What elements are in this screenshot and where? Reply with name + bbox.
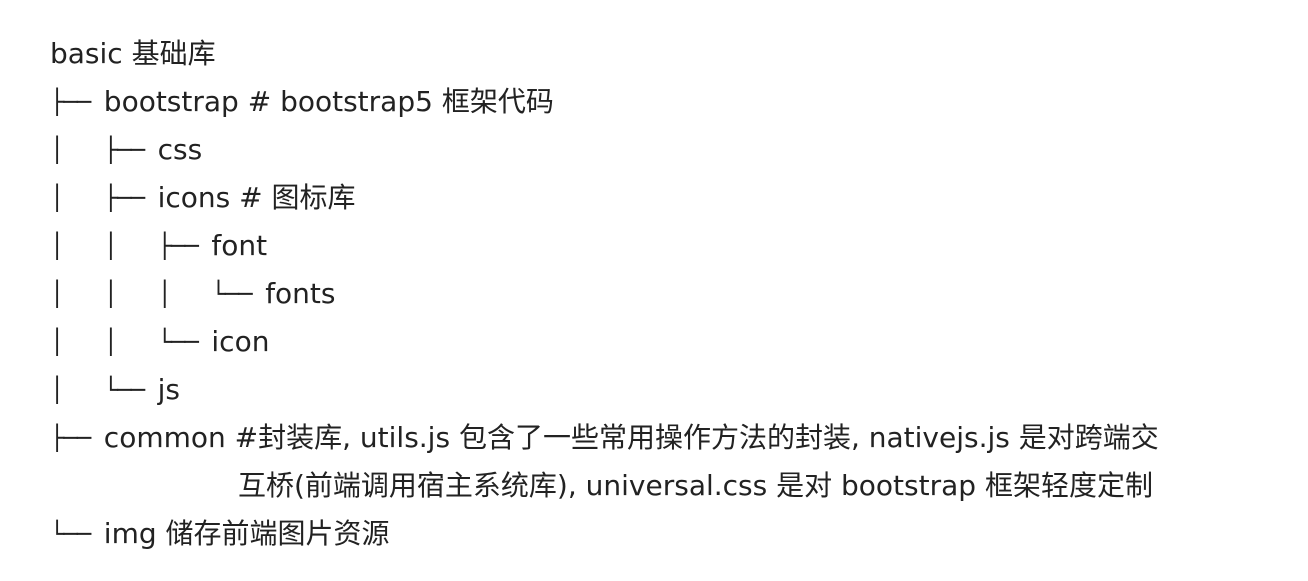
tree-branch-connector: │ │ └── [50,328,212,356]
tree-row-font: │ │ ├── font [50,222,1159,270]
tree-row-label: js [157,373,180,406]
tree-branch-connector: ├── [50,424,104,452]
tree-branch-connector: │ └── [50,376,158,404]
tree-branch-connector: ├── [50,88,104,116]
tree-row-common-continuation: 互桥(前端调用宿主系统库), universal.css 是对 bootstra… [238,469,1153,502]
tree-row-js: │ └── js [50,366,1159,414]
tree-root-label: basic 基础库 [50,37,216,70]
tree-row-label: font [211,229,268,262]
tree-row-css: │ ├── css [50,126,1159,174]
directory-tree: basic 基础库 ├── bootstrap # bootstrap5 框架代… [50,30,1159,558]
tree-row-label: common #封装库, utils.js 包含了一些常用操作方法的封装, na… [103,421,1159,454]
tree-row-label: bootstrap # bootstrap5 框架代码 [103,85,554,118]
tree-branch-connector: └── [50,520,104,548]
tree-branch-connector: │ │ │ └── [50,280,266,308]
tree-row-icon: │ │ └── icon [50,318,1159,366]
tree-row-label: icons # 图标库 [157,181,356,214]
tree-branch-connector: │ ├── [50,136,158,164]
tree-root: basic 基础库 [50,30,1159,78]
tree-branch-connector: │ │ ├── [50,232,212,260]
tree-row-img: └── img 储存前端图片资源 [50,510,1159,558]
tree-row-bootstrap: ├── bootstrap # bootstrap5 框架代码 [50,78,1159,126]
tree-row-common: ├── common #封装库, utils.js 包含了一些常用操作方法的封装… [50,414,1159,462]
tree-row-label: icon [211,325,270,358]
tree-row-label: img 储存前端图片资源 [103,517,390,550]
tree-row-label: css [157,133,203,166]
tree-row-fonts: │ │ │ └── fonts [50,270,1159,318]
tree-row-label: fonts [265,277,336,310]
tree-branch-connector: │ ├── [50,184,158,212]
tree-row-icons: │ ├── icons # 图标库 [50,174,1159,222]
